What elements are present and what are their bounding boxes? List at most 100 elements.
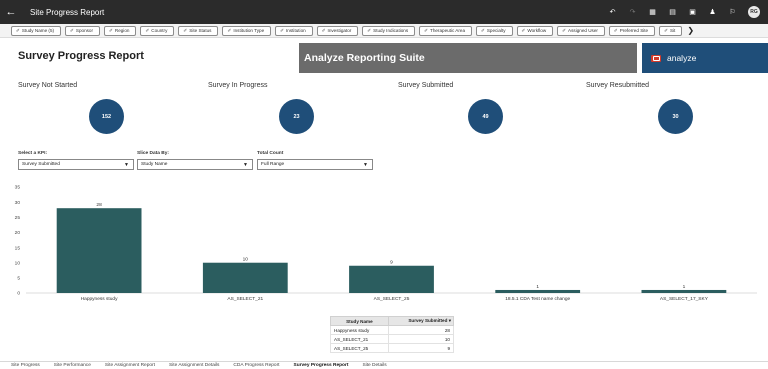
pencil-icon: ✐ [16,27,20,33]
kpi-select[interactable]: Survey Submitted ▼ [18,159,134,170]
chevron-down-icon: ▼ [363,162,368,168]
filter-chip[interactable]: ✐ Region [104,25,137,36]
pencil-icon: ✐ [70,27,74,33]
filter-chip[interactable]: ✐ Investigator [316,25,359,36]
bar[interactable] [56,208,142,293]
filter-chip[interactable]: ✐ Study Indications [362,25,416,36]
filter-chip[interactable]: ✐ Preferred Site [608,25,656,36]
bar-value-label: 1 [683,284,686,290]
table-cell: Happyness study [330,325,389,335]
oracle-logo-icon [651,54,661,62]
kpi-label-resubmitted: Survey Resubmitted [586,82,650,89]
export-icon[interactable]: ▣ [688,8,697,17]
back-arrow-icon[interactable]: ← [0,6,22,18]
filter-chip[interactable]: ✐ Specialty [476,25,513,36]
filter-chip-label: Country [151,28,168,33]
toolbar-icons: ↶ ↷ ▦ ▤ ▣ ♟ ⚐ RG [608,6,768,18]
y-tick-label: 30 [15,200,21,206]
filter-chip-label: Sit [669,28,676,33]
chevron-down-icon: ▼ [243,162,248,168]
slice-select-label: Slice Data By: [137,151,169,156]
pencil-icon: ✐ [367,27,372,33]
pencil-icon: ✐ [183,27,188,33]
filter-chip[interactable]: ✐ Workflow [516,25,554,36]
tab-item[interactable]: Site Performance [54,363,91,368]
top-bar: ← Site Progress Report ↶ ↷ ▦ ▤ ▣ ♟ ⚐ RG [0,0,768,24]
filter-chip-label: Region [114,28,130,33]
table-header-submitted[interactable]: Survey Submitted ▾ [387,316,455,326]
x-tick-label: 18.5.1 CDA Test name change [505,296,570,302]
filter-chip-label: Investigator [327,28,352,33]
slice-select[interactable]: Study Name ▼ [137,159,253,170]
kpi-value-submitted[interactable]: 49 [468,99,503,134]
y-tick-label: 20 [15,230,21,236]
filter-chip-label: Preferred Site [619,28,649,33]
kpi-value-resubmitted[interactable]: 30 [658,99,693,134]
brand-label: analyze [667,53,697,63]
brand-panel: analyze [642,43,768,73]
chevron-right-icon[interactable]: ❯ [687,26,694,35]
slice-select-value: Study Name [141,162,168,167]
pencil-icon: ✐ [562,27,567,33]
pencil-icon: ✐ [321,27,326,33]
report-tabs: Site Progress Site Performance Site Assign… [0,361,768,369]
pencil-icon: ✐ [521,27,526,33]
person-icon[interactable]: ♟ [708,8,717,17]
pencil-icon: ✐ [280,27,285,33]
y-tick-label: 25 [15,215,21,221]
tab-item[interactable]: Site Progress [11,363,40,368]
table-row: AS_SELECT_21 10 [330,334,455,344]
bar-value-label: 10 [243,257,249,263]
bar[interactable] [202,262,288,293]
pencil-icon: ✐ [109,27,113,33]
undo-icon[interactable]: ↶ [608,8,617,17]
count-select-value: Full Range [261,162,285,167]
x-tick-label: AS_SELECT_21 [227,296,263,302]
bookmark-icon[interactable]: ⚐ [728,8,737,17]
kpi-select-label: Select a KPI: [18,151,48,156]
filter-chip[interactable]: ✐ Therapeutic Area [419,25,472,36]
kpi-label-in-progress: Survey In Progress [208,82,268,89]
table-row: Happyness study 28 [330,325,455,335]
bar-value-label: 28 [96,202,102,208]
filter-chip[interactable]: ✐ Site Status [178,25,219,36]
grid-icon[interactable]: ▦ [648,8,657,17]
table-cell: AS_SELECT_21 [330,334,389,344]
redo-icon[interactable]: ↷ [628,8,637,17]
filter-chip[interactable]: ✐ Institution [275,25,313,36]
filter-chip-label: Study Indications [373,28,409,33]
tab-item[interactable]: Site Details [362,363,386,368]
x-tick-label: AS_SELECT_17_SKY [660,296,709,302]
avatar[interactable]: RG [748,6,760,18]
table-header-study[interactable]: Study Name [330,316,389,326]
pencil-icon: ✐ [613,27,618,33]
bar[interactable] [641,289,727,293]
kpi-value-not-started[interactable]: 152 [89,99,124,134]
tab-item[interactable]: CDA Progress Report [233,363,279,368]
sort-desc-icon[interactable]: ▾ [449,318,451,323]
y-tick-label: 35 [15,185,21,191]
filter-chip[interactable]: ✐ Sponsor [65,25,101,36]
kpi-select-value: Survey Submitted [22,162,60,167]
filter-chip[interactable]: ✐ Country [140,25,175,36]
bar[interactable] [495,289,581,293]
window-title: Site Progress Report [30,7,105,17]
filter-chip[interactable]: ✐ Study Name (5) [11,25,62,36]
x-tick-label: Happyness study [81,296,118,302]
page-title: Survey Progress Report [18,50,144,62]
count-select-label: Total Count [257,151,284,156]
filter-chip[interactable]: ✐ Assigned User [557,25,605,36]
bar-value-label: 9 [390,260,393,266]
bar[interactable] [349,265,434,293]
present-icon[interactable]: ▤ [668,8,677,17]
tab-item[interactable]: Survey Progress Report [294,363,349,368]
count-select[interactable]: Full Range ▼ [257,159,373,170]
filter-chip[interactable]: ✐ Institution Type [222,25,272,36]
filter-chip-label: Workflow [527,28,547,33]
filter-chip[interactable]: ✐ Sit [659,25,683,36]
tab-item[interactable]: Site Assignment Report [105,363,155,368]
bar-chart: 0 5 10 15 20 25 30 35 28 Happyness study 10 AS_SELE… [15,185,757,302]
kpi-value-in-progress[interactable]: 23 [279,99,314,134]
y-tick-label: 5 [17,276,20,282]
tab-item[interactable]: Site Assignment Details [169,363,219,368]
